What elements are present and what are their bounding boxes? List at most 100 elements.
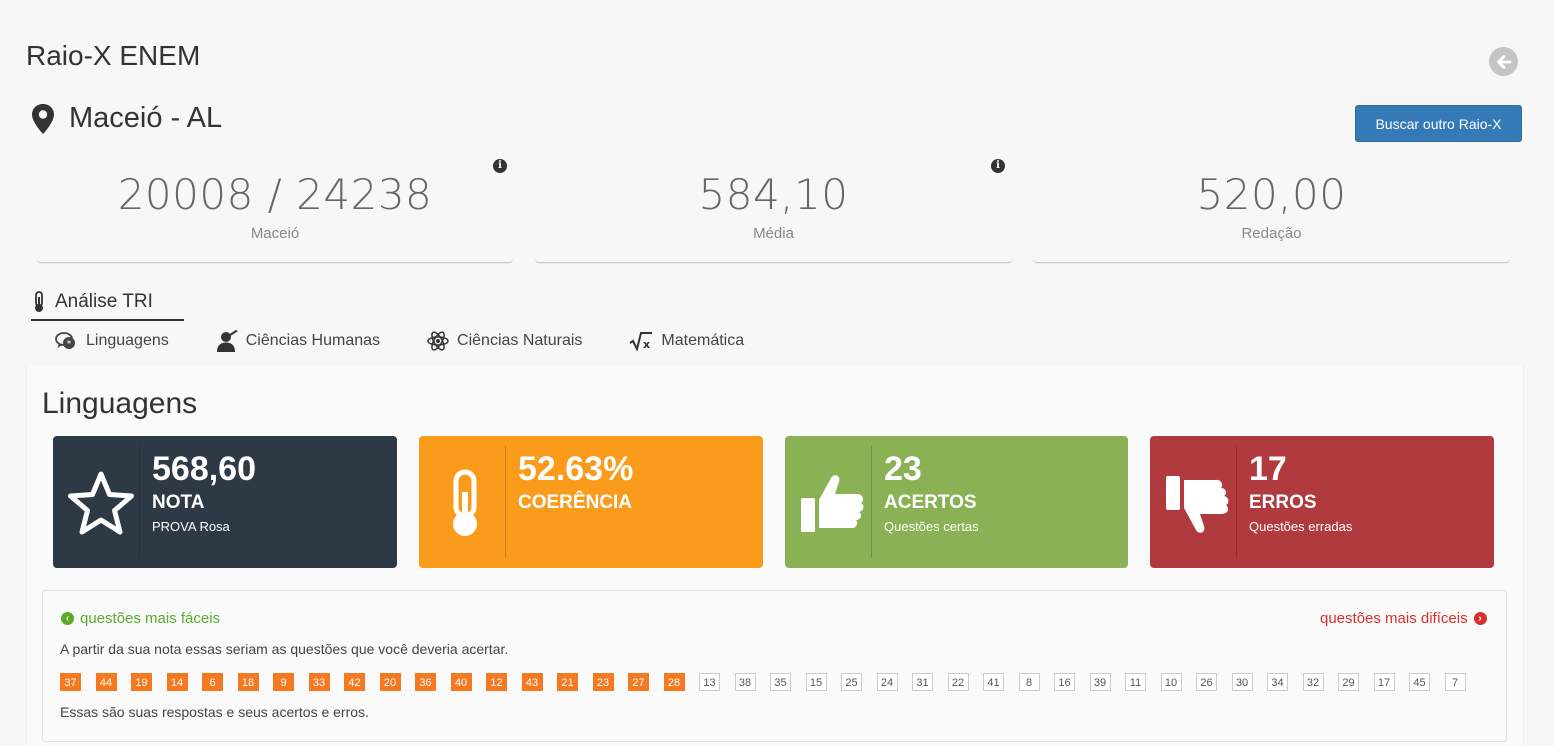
search-another-button[interactable]: Buscar outro Raio-X <box>1355 105 1522 142</box>
atom-icon <box>427 330 449 352</box>
tab-matematica[interactable]: x Matemática <box>629 331 744 351</box>
card-divider <box>505 446 506 558</box>
card-nota: 568,60 NOTA PROVA Rosa <box>53 436 397 568</box>
expected-question: 42 <box>344 673 365 691</box>
expected-question: 18 <box>237 673 259 691</box>
other-question: 31 <box>912 673 933 691</box>
person-icon <box>216 330 238 352</box>
stat-label: Maceió <box>250 225 300 242</box>
map-marker-icon <box>32 103 54 134</box>
other-question: 22 <box>947 673 969 691</box>
other-question: 10 <box>1160 673 1182 691</box>
tab-label: Ciências Naturais <box>457 332 583 349</box>
question-numbers: 37 44 19 14 6 18 9 33 42 20 36 40 12 43 21 23 27 28 13 38 35… <box>60 673 1480 691</box>
stat-label: Redação <box>1241 225 1302 242</box>
other-question: 17 <box>1373 673 1395 691</box>
expected-question: 6 <box>202 673 223 691</box>
star-icon <box>68 471 134 535</box>
tri-title: Análise TRI <box>55 290 153 312</box>
answers-footer: Essas são suas respostas e seus acertos … <box>60 704 369 720</box>
back-button[interactable] <box>1489 47 1518 76</box>
stat-value: 20008 / 24238 <box>117 170 433 219</box>
other-question: 39 <box>1089 673 1111 691</box>
other-question: 8 <box>1018 673 1040 691</box>
other-question: 15 <box>805 673 827 691</box>
stat-essay: 520,00 Redação <box>1033 160 1510 263</box>
questions-description: A partir da sua nota essas seriam as que… <box>60 641 509 657</box>
other-question: 34 <box>1267 673 1288 691</box>
thermometer-icon <box>35 290 43 312</box>
expected-question: 9 <box>273 673 294 691</box>
tab-label: Ciências Humanas <box>245 332 381 349</box>
other-question: 29 <box>1338 673 1359 691</box>
svg-text:*: * <box>67 340 72 350</box>
tab-label: Linguagens <box>86 332 169 349</box>
svg-text:x: x <box>643 338 650 351</box>
info-icon[interactable]: i <box>991 159 1005 173</box>
other-question: 38 <box>734 673 756 691</box>
other-question: 35 <box>770 673 791 691</box>
card-subtitle: Questões certas <box>884 519 979 534</box>
card-value: 568,60 <box>152 450 256 488</box>
card-divider <box>1236 446 1237 558</box>
other-question: 32 <box>1302 673 1324 691</box>
harder-questions-link[interactable]: questões mais difíceis › <box>1320 610 1487 627</box>
expected-question: 36 <box>415 673 436 691</box>
chevron-left-icon: ‹ <box>61 612 74 625</box>
section-title: Linguagens <box>42 387 198 420</box>
card-value: 52.63% <box>518 450 634 488</box>
card-value: 23 <box>884 450 922 488</box>
tri-header[interactable]: Análise TRI <box>31 284 184 321</box>
tab-label: Matemática <box>661 332 745 349</box>
expected-question: 37 <box>60 673 81 691</box>
card-coerencia: 52.63% COERÊNCIA <box>419 436 763 568</box>
card-subtitle: Questões erradas <box>1249 519 1353 534</box>
expected-question: 43 <box>521 673 543 691</box>
thermometer-icon <box>453 469 477 536</box>
expected-question: 40 <box>450 673 472 691</box>
stat-label: Média <box>753 225 794 242</box>
card-value: 17 <box>1249 450 1287 488</box>
expected-question: 12 <box>486 673 507 691</box>
expected-question: 44 <box>95 673 117 691</box>
chevron-right-icon: › <box>1473 612 1487 625</box>
expected-question: 21 <box>557 673 578 691</box>
stat-value: 584,10 <box>698 170 849 219</box>
expected-question: 33 <box>308 673 330 691</box>
other-question: 30 <box>1231 673 1253 691</box>
tab-ciencias-naturais[interactable]: Ciências Naturais <box>427 330 582 352</box>
tab-ciencias-humanas[interactable]: Ciências Humanas <box>216 330 380 352</box>
other-question: 26 <box>1196 673 1217 691</box>
tab-linguagens[interactable]: * Linguagens <box>55 331 169 351</box>
other-question: 7 <box>1444 673 1466 691</box>
other-question: 16 <box>1054 673 1075 691</box>
other-question: 13 <box>699 673 720 691</box>
card-divider <box>139 446 140 558</box>
easier-questions-label: questões mais fáceis <box>80 610 221 627</box>
stat-ranking: 20008 / 24238 Maceió <box>37 160 513 263</box>
chat-bubbles-icon: * <box>55 331 78 351</box>
expected-question: 20 <box>379 673 401 691</box>
card-title: NOTA <box>152 492 205 513</box>
stat-average: 584,10 Média <box>535 160 1012 263</box>
expected-question: 23 <box>592 673 614 691</box>
card-title: COERÊNCIA <box>518 492 633 513</box>
expected-question: 28 <box>663 673 685 691</box>
other-question: 11 <box>1125 673 1146 691</box>
thumbs-down-icon <box>1166 476 1229 533</box>
location: Maceió - AL <box>31 102 222 135</box>
card-subtitle: PROVA Rosa <box>152 519 230 534</box>
card-title: ACERTOS <box>884 492 977 513</box>
expected-question: 27 <box>628 673 649 691</box>
square-root-icon: x <box>629 331 653 351</box>
other-question: 45 <box>1409 673 1430 691</box>
arrow-left-icon <box>1496 54 1511 69</box>
easier-questions-link[interactable]: ‹ questões mais fáceis <box>61 610 220 627</box>
expected-question: 14 <box>166 673 188 691</box>
card-title: ERROS <box>1249 492 1317 513</box>
card-acertos: 23 ACERTOS Questões certas <box>785 436 1128 568</box>
info-icon[interactable]: i <box>493 159 507 173</box>
card-erros: 17 ERROS Questões erradas <box>1150 436 1494 568</box>
page-title: Raio-X ENEM <box>26 40 201 71</box>
card-divider <box>871 446 872 558</box>
